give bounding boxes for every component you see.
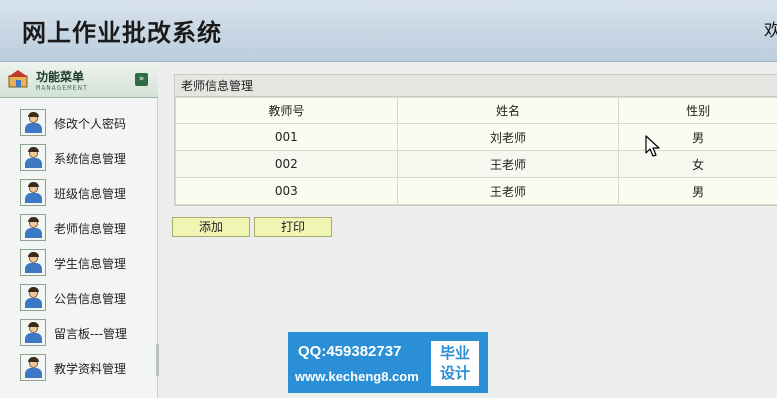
cell-gender: 男: [618, 123, 777, 151]
column-header-gender[interactable]: 性别: [618, 97, 777, 124]
user-icon: [20, 214, 46, 241]
user-icon: [20, 284, 46, 311]
column-header-name[interactable]: 姓名: [396, 97, 620, 124]
welcome-text: 欢: [764, 21, 777, 41]
sidebar-item-teacher-info[interactable]: 老师信息管理: [0, 212, 158, 246]
sidebar-item-announcement-info[interactable]: 公告信息管理: [0, 282, 158, 316]
watermark-badge-line1: 毕业: [439, 344, 470, 362]
sidebar: 功能菜单 MANAGEMENT » 修改个人密码 系统信息管理 班级信息管理 老…: [0, 62, 159, 398]
cell-name: 刘老师: [396, 123, 620, 151]
sidebar-item-label: 系统信息管理: [54, 152, 127, 166]
teacher-table: 教师号 姓名 性别 001 刘老师 男 002 王老师 女 003 王老师 男: [175, 97, 777, 205]
table-row[interactable]: 002 王老师 女: [175, 150, 777, 178]
double-chevron-down-icon[interactable]: »: [135, 73, 148, 86]
sidebar-item-message-board[interactable]: 留言板---管理: [0, 317, 158, 351]
home-icon: [8, 70, 28, 88]
sidebar-item-label: 学生信息管理: [54, 257, 127, 271]
sidebar-item-teaching-materials[interactable]: 教学资料管理: [0, 352, 158, 386]
app-title: 网上作业批改系统: [22, 19, 222, 47]
menu-title: 功能菜单: [36, 70, 85, 84]
watermark-banner: QQ:459382737 www.kecheng8.com 毕业 设计: [288, 332, 488, 393]
cell-name: 王老师: [396, 150, 620, 178]
teacher-panel: 老师信息管理 教师号 姓名 性别 001 刘老师 男 002 王老师 女 003…: [174, 74, 777, 206]
cell-teacher-id: 001: [175, 123, 398, 151]
sidebar-item-label: 老师信息管理: [54, 222, 127, 236]
sidebar-splitter-handle[interactable]: [156, 344, 159, 376]
cell-gender: 男: [618, 177, 777, 205]
user-icon: [20, 109, 46, 136]
user-icon: [20, 179, 46, 206]
panel-title: 老师信息管理: [175, 75, 777, 97]
cell-name: 王老师: [396, 177, 620, 205]
cell-teacher-id: 002: [175, 150, 398, 178]
cell-teacher-id: 003: [175, 177, 398, 205]
menu-header: 功能菜单 MANAGEMENT »: [0, 62, 158, 98]
watermark-badge: 毕业 设计: [431, 341, 479, 386]
user-icon: [20, 354, 46, 381]
sidebar-item-label: 班级信息管理: [54, 187, 127, 201]
user-icon: [20, 249, 46, 276]
print-button[interactable]: 打印: [254, 217, 332, 237]
add-button[interactable]: 添加: [172, 217, 250, 237]
table-row[interactable]: 003 王老师 男: [175, 177, 777, 205]
user-icon: [20, 319, 46, 346]
sidebar-item-label: 教学资料管理: [54, 362, 127, 376]
user-icon: [20, 144, 46, 171]
sidebar-item-label: 公告信息管理: [54, 292, 127, 306]
menu-subtitle: MANAGEMENT: [36, 84, 89, 92]
watermark-qq: QQ:459382737: [298, 343, 402, 360]
sidebar-item-change-password[interactable]: 修改个人密码: [0, 107, 158, 141]
table-header-row: 教师号 姓名 性别: [175, 97, 777, 124]
sidebar-item-system-info[interactable]: 系统信息管理: [0, 142, 158, 176]
column-header-teacher-id[interactable]: 教师号: [175, 97, 398, 124]
app-header: 网上作业批改系统 欢: [0, 0, 777, 62]
sidebar-item-student-info[interactable]: 学生信息管理: [0, 247, 158, 281]
watermark-site: www.kecheng8.com: [295, 369, 419, 384]
watermark-badge-line2: 设计: [439, 364, 470, 382]
sidebar-item-label: 修改个人密码: [54, 117, 127, 131]
cell-gender: 女: [618, 150, 777, 178]
sidebar-item-label: 留言板---管理: [54, 327, 127, 341]
table-row[interactable]: 001 刘老师 男: [175, 123, 777, 151]
mouse-pointer-icon: [645, 135, 660, 157]
sidebar-item-class-info[interactable]: 班级信息管理: [0, 177, 158, 211]
